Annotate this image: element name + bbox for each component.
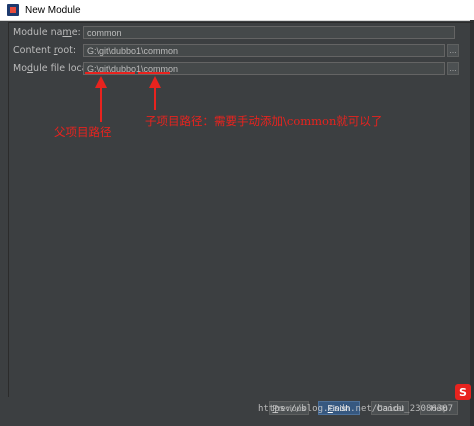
logo-icon: S <box>455 384 471 400</box>
annotation-arrows <box>95 76 161 122</box>
parent-path-annotation: 父项目路径 <box>54 125 112 139</box>
child-arrow-head <box>149 76 161 88</box>
parent-arrow-head <box>95 76 107 88</box>
watermark: https://blog.csdn.net/baidu_23086307 <box>258 404 454 414</box>
child-path-annotation: 子项目路径：需要手动添加\common就可以了 <box>145 114 383 128</box>
